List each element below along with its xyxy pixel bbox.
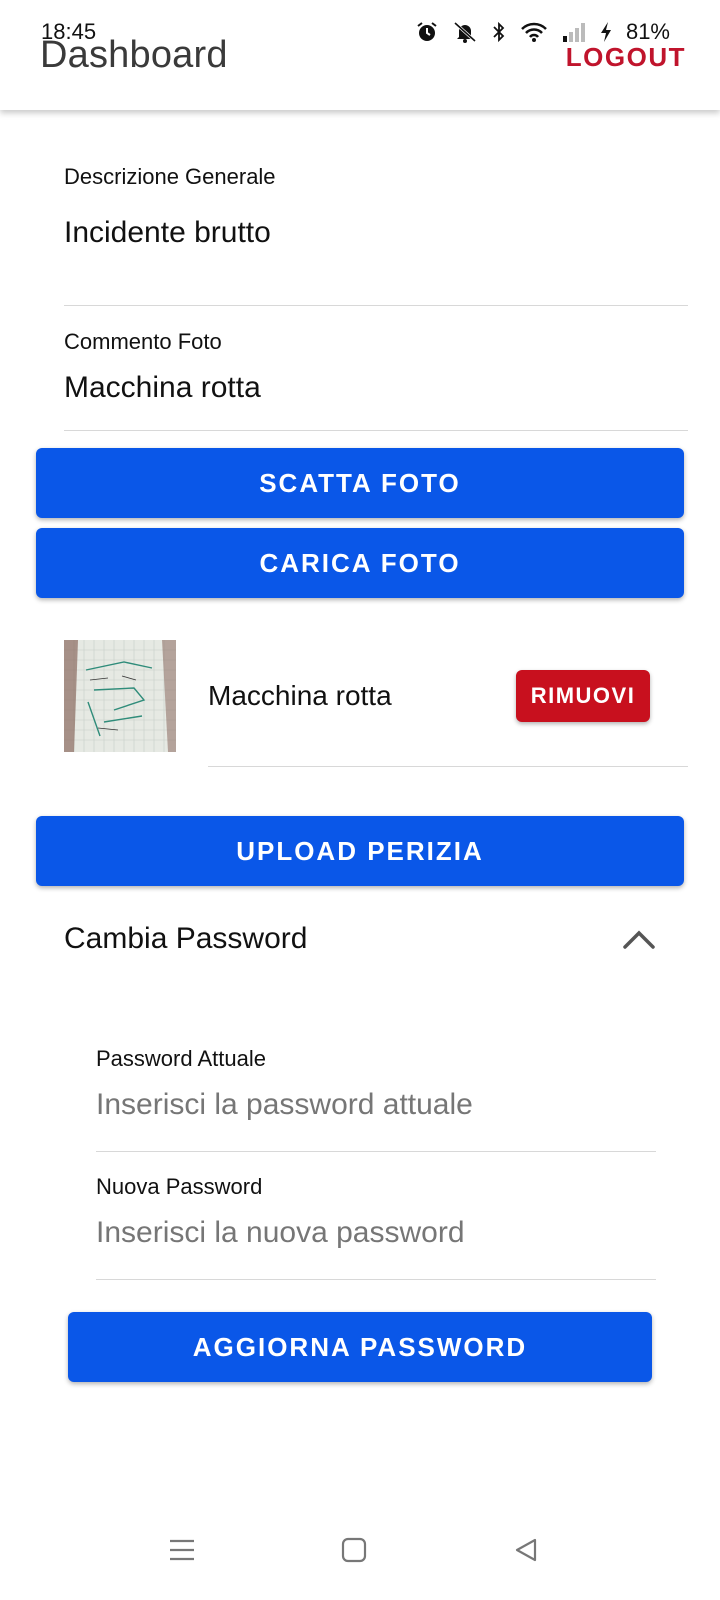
bluetooth-icon xyxy=(492,21,506,43)
take-photo-button[interactable]: SCATTA FOTO xyxy=(36,448,684,518)
photo-comment-input[interactable]: Macchina rotta xyxy=(64,371,261,405)
menu-icon[interactable] xyxy=(162,1530,202,1570)
photo-comment-field[interactable]: Commento Foto Macchina rotta xyxy=(64,325,688,431)
new-password-field[interactable]: Nuova Password Inserisci la nuova passwo… xyxy=(96,1168,656,1280)
alarm-icon xyxy=(416,21,438,43)
current-password-label: Password Attuale xyxy=(96,1046,266,1071)
change-password-title: Cambia Password xyxy=(64,922,308,955)
charging-icon xyxy=(600,21,612,43)
new-password-input[interactable]: Inserisci la nuova password xyxy=(96,1216,465,1250)
logout-button[interactable]: LOGOUT xyxy=(566,42,686,73)
photo-list-item: Macchina rotta RIMUOVI xyxy=(64,640,688,770)
photo-comment-label: Commento Foto xyxy=(64,329,222,354)
upload-photo-button[interactable]: CARICA FOTO xyxy=(36,528,684,598)
description-input[interactable]: Incidente brutto xyxy=(64,216,271,250)
muted-bell-icon xyxy=(452,21,478,43)
battery-level: 81% xyxy=(625,19,670,44)
upload-report-button[interactable]: UPLOAD PERIZIA xyxy=(36,816,684,886)
update-password-button[interactable]: AGGIORNA PASSWORD xyxy=(68,1312,652,1382)
photo-caption: Macchina rotta xyxy=(208,680,392,711)
photo-divider xyxy=(208,766,688,767)
system-navigation-bar xyxy=(0,1530,720,1600)
chevron-up-icon xyxy=(622,928,656,955)
photo-thumbnail xyxy=(64,640,176,752)
back-icon[interactable] xyxy=(506,1530,546,1570)
home-icon[interactable] xyxy=(334,1530,374,1570)
signal-icon xyxy=(562,21,586,43)
status-icons: 81% xyxy=(416,20,670,44)
description-label: Descrizione Generale xyxy=(64,164,276,189)
remove-photo-button[interactable]: RIMUOVI xyxy=(516,670,650,722)
new-password-label: Nuova Password xyxy=(96,1174,263,1199)
wifi-icon xyxy=(520,21,548,43)
status-time: 18:45 xyxy=(41,19,97,44)
status-bar: 18:45 81% xyxy=(0,0,720,44)
change-password-accordion[interactable]: Cambia Password xyxy=(64,908,656,978)
current-password-field[interactable]: Password Attuale Inserisci la password a… xyxy=(96,1040,656,1152)
description-field[interactable]: Descrizione Generale Incidente brutto xyxy=(64,160,688,306)
current-password-input[interactable]: Inserisci la password attuale xyxy=(96,1088,473,1122)
